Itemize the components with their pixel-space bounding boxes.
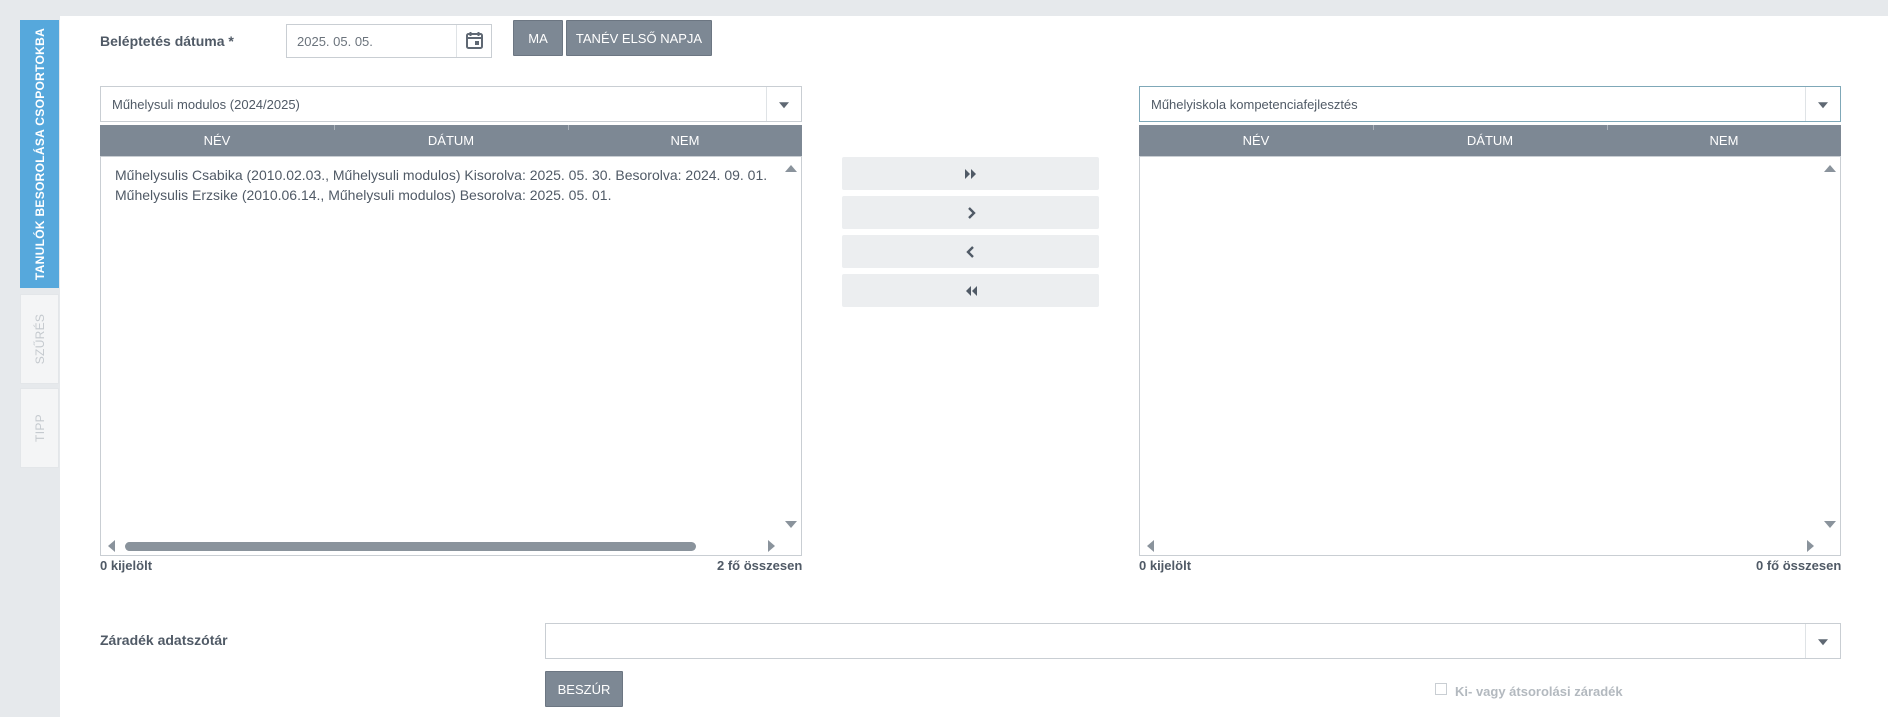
move-left-button[interactable] — [842, 235, 1099, 268]
target-group-select[interactable]: Műhelyiskola kompetenciafejlesztés — [1139, 86, 1841, 122]
double-chevron-left-icon — [965, 285, 977, 296]
source-total-count: 2 fő összesen — [717, 558, 803, 573]
target-col-date[interactable]: DÁTUM — [1373, 125, 1607, 156]
tab-student-grouping[interactable]: TANULÓK BESOROLÁSA CSOPORTOKBA — [20, 20, 59, 288]
target-group-value: Műhelyiskola kompetenciafejlesztés — [1151, 97, 1358, 112]
target-col-name[interactable]: NÉV — [1139, 125, 1373, 156]
entry-date-field[interactable]: 2025. 05. 05. — [286, 24, 492, 58]
scroll-down-arrow[interactable] — [785, 521, 797, 528]
chevron-down-icon — [1818, 639, 1828, 646]
move-all-right-button[interactable] — [842, 157, 1099, 190]
list-item[interactable]: Műhelysulis Csabika (2010.02.03., Műhely… — [115, 167, 767, 183]
today-button[interactable]: MA — [513, 20, 563, 56]
target-total-count: 0 fő összesen — [1756, 558, 1842, 573]
scroll-down-arrow[interactable] — [1824, 521, 1836, 528]
entry-date-value: 2025. 05. 05. — [297, 34, 373, 49]
chevron-down-icon — [779, 102, 789, 109]
clause-dictionary-label: Záradék adatszótár — [100, 632, 228, 648]
tab-tip-label: TIPP — [32, 414, 47, 442]
source-col-name[interactable]: NÉV — [100, 125, 334, 156]
target-col-gender[interactable]: NEM — [1607, 125, 1841, 156]
double-chevron-right-icon — [964, 168, 976, 179]
list-item[interactable]: Műhelysulis Erzsike (2010.06.14., Műhely… — [115, 187, 611, 203]
scroll-left-arrow[interactable] — [108, 540, 115, 552]
tab-filter-label: SZŰRÉS — [32, 313, 47, 365]
move-all-left-button[interactable] — [842, 274, 1099, 307]
calendar-icon — [466, 32, 483, 49]
reclassification-clause-label: Ki- vagy átsorolási záradék — [1455, 684, 1623, 699]
chevron-left-icon — [965, 245, 974, 258]
move-right-button[interactable] — [842, 196, 1099, 229]
clause-dropdown-toggle[interactable] — [1805, 624, 1840, 658]
source-col-gender[interactable]: NEM — [568, 125, 802, 156]
source-student-list[interactable]: Műhelysulis Csabika (2010.02.03., Műhely… — [100, 156, 802, 556]
chevron-down-icon — [1818, 102, 1828, 109]
source-grid-header: NÉV DÁTUM NEM — [100, 125, 802, 156]
source-group-dropdown-toggle[interactable] — [766, 87, 801, 121]
source-group-value: Műhelysuli modulos (2024/2025) — [112, 97, 300, 112]
reclassification-clause-checkbox[interactable] — [1435, 683, 1447, 695]
calendar-button[interactable] — [456, 25, 491, 57]
insert-button[interactable]: BESZÚR — [545, 671, 623, 707]
horizontal-scrollbar-thumb[interactable] — [125, 542, 696, 551]
target-group-dropdown-toggle[interactable] — [1805, 87, 1840, 121]
target-student-list[interactable] — [1139, 156, 1841, 556]
source-group-select[interactable]: Műhelysuli modulos (2024/2025) — [100, 86, 802, 122]
clause-dictionary-select[interactable] — [545, 623, 1841, 659]
scroll-right-arrow[interactable] — [1807, 540, 1814, 552]
tab-tip[interactable]: TIPP — [20, 388, 59, 468]
source-col-date[interactable]: DÁTUM — [334, 125, 568, 156]
target-selected-count: 0 kijelölt — [1139, 558, 1192, 573]
chevron-right-icon — [967, 206, 976, 219]
scroll-right-arrow[interactable] — [768, 540, 775, 552]
target-grid-header: NÉV DÁTUM NEM — [1139, 125, 1841, 156]
source-selected-count: 0 kijelölt — [100, 558, 153, 573]
scroll-up-arrow[interactable] — [785, 165, 797, 172]
scroll-left-arrow[interactable] — [1147, 540, 1154, 552]
tab-student-grouping-label: TANULÓK BESOROLÁSA CSOPORTOKBA — [32, 27, 47, 281]
scroll-up-arrow[interactable] — [1824, 165, 1836, 172]
school-year-first-day-button[interactable]: TANÉV ELSŐ NAPJA — [566, 20, 712, 56]
entry-date-label: Beléptetés dátuma * — [100, 33, 234, 49]
tab-filter[interactable]: SZŰRÉS — [20, 294, 59, 384]
